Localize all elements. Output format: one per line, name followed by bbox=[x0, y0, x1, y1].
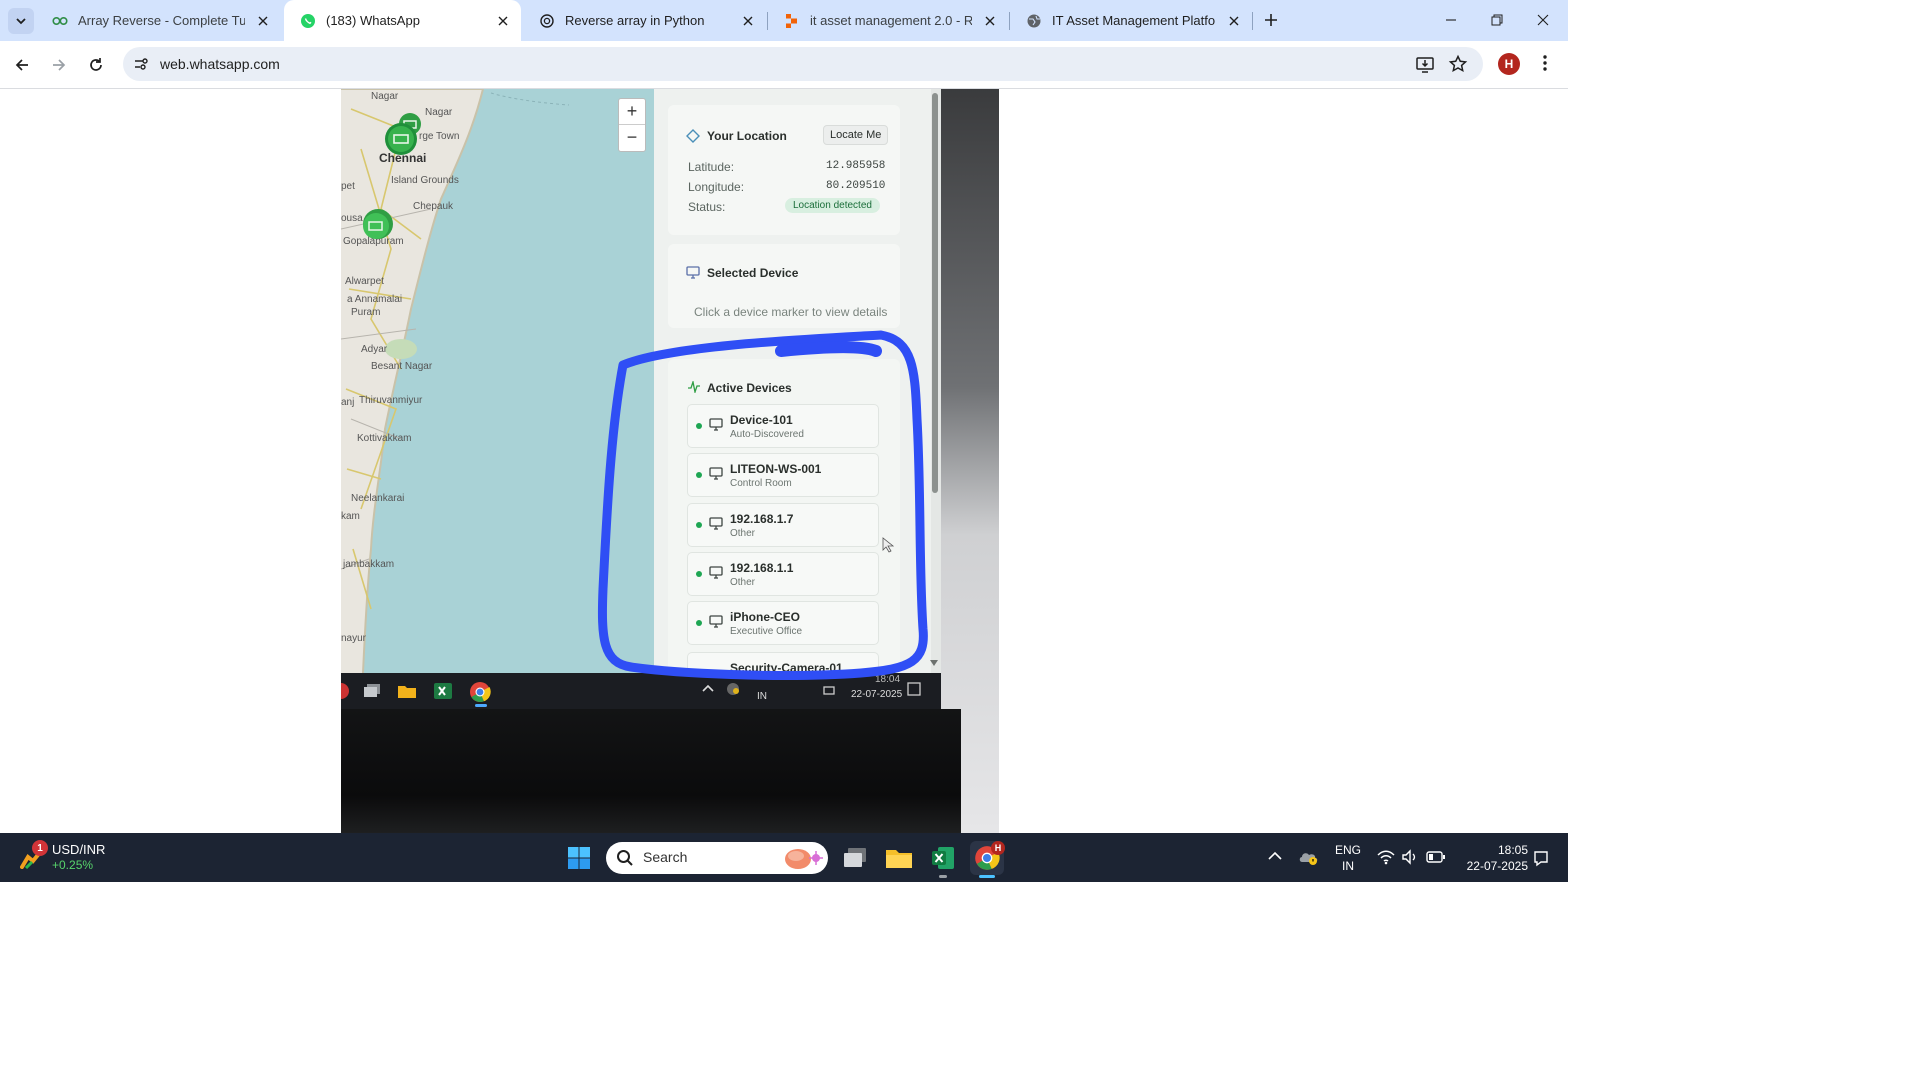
task-view-icon bbox=[844, 848, 866, 867]
clock-date: 22-07-2025 bbox=[1466, 859, 1528, 873]
wifi-icon[interactable] bbox=[1377, 849, 1395, 865]
whatsapp-icon bbox=[300, 13, 316, 29]
url-text[interactable]: web.whatsapp.com bbox=[160, 56, 280, 72]
chrome-button[interactable]: H bbox=[970, 841, 1005, 875]
onedrive-icon[interactable] bbox=[1298, 848, 1320, 866]
back-button[interactable] bbox=[8, 51, 36, 79]
tab-title: Reverse array in Python bbox=[565, 13, 705, 28]
minimize-button[interactable] bbox=[1428, 0, 1474, 40]
tab-separator bbox=[1252, 12, 1253, 30]
windows-logo-icon bbox=[568, 847, 590, 869]
restore-button[interactable] bbox=[1474, 0, 1520, 40]
windows-start-button[interactable] bbox=[562, 841, 596, 875]
excel-icon bbox=[932, 847, 954, 869]
chevron-down-icon bbox=[16, 18, 26, 25]
close-icon[interactable] bbox=[1224, 11, 1244, 31]
search-highlight-icon bbox=[778, 844, 824, 872]
tab-strip: Array Reverse - Complete Tutor (183) Wha… bbox=[0, 0, 1568, 41]
system-clock[interactable]: 18:05 22-07-2025 bbox=[1458, 842, 1528, 874]
arrow-left-icon bbox=[15, 59, 28, 71]
forward-button[interactable] bbox=[45, 51, 73, 79]
tab-title: Array Reverse - Complete Tutor bbox=[78, 13, 245, 28]
taskbar-search[interactable]: Search bbox=[606, 842, 828, 874]
battery-icon[interactable] bbox=[1426, 850, 1446, 864]
restore-icon bbox=[1491, 14, 1503, 26]
bookmark-star-icon[interactable] bbox=[1448, 54, 1468, 74]
replit-icon bbox=[784, 13, 800, 29]
folder-icon bbox=[886, 850, 912, 868]
plus-icon bbox=[1265, 14, 1277, 26]
mouse-cursor-icon bbox=[882, 537, 894, 553]
search-placeholder: Search bbox=[643, 849, 688, 865]
task-view-button[interactable] bbox=[838, 841, 872, 875]
tab-it-asset-management[interactable]: IT Asset Management Platform bbox=[1010, 0, 1252, 41]
excel-button[interactable] bbox=[926, 841, 960, 875]
widget-change: +0.25% bbox=[52, 858, 94, 872]
volume-icon[interactable] bbox=[1401, 849, 1419, 865]
windows-taskbar: 1 USD/INR +0.25% Search H ENG IN 18:05 2… bbox=[0, 833, 1568, 882]
kebab-menu-icon[interactable] bbox=[1535, 53, 1555, 73]
lang-bottom: IN bbox=[1342, 859, 1354, 873]
blue-highlight-annotation bbox=[597, 330, 928, 680]
chevron-up-icon[interactable] bbox=[1268, 851, 1282, 861]
market-widget[interactable]: 1 USD/INR +0.25% bbox=[16, 839, 136, 877]
close-icon[interactable] bbox=[253, 11, 273, 31]
tab-whatsapp[interactable]: (183) WhatsApp bbox=[284, 0, 521, 41]
close-icon[interactable] bbox=[980, 11, 1000, 31]
globe-icon bbox=[1026, 13, 1042, 29]
clock-time: 18:05 bbox=[1497, 843, 1528, 857]
close-window-button[interactable] bbox=[1520, 0, 1566, 40]
lang-top: ENG bbox=[1334, 843, 1361, 857]
reload-button[interactable] bbox=[82, 51, 110, 79]
close-icon[interactable] bbox=[493, 11, 513, 31]
search-icon bbox=[616, 849, 634, 867]
active-indicator bbox=[979, 875, 995, 878]
file-explorer-button[interactable] bbox=[882, 841, 916, 875]
profile-badge: H bbox=[991, 841, 1005, 855]
tab-title: IT Asset Management Platform bbox=[1052, 13, 1216, 28]
tab-reverse-array-python[interactable]: Reverse array in Python bbox=[523, 0, 766, 41]
language-indicator[interactable]: ENG IN bbox=[1330, 842, 1366, 874]
address-bar[interactable]: web.whatsapp.com bbox=[123, 47, 1483, 81]
tab-search-button[interactable] bbox=[8, 8, 34, 34]
notification-center-icon[interactable] bbox=[1532, 849, 1550, 867]
install-app-icon[interactable] bbox=[1415, 54, 1435, 74]
site-info-icon[interactable] bbox=[131, 54, 151, 74]
notification-badge: 1 bbox=[32, 840, 48, 856]
widget-title: USD/INR bbox=[52, 842, 106, 857]
tab-title: (183) WhatsApp bbox=[326, 13, 420, 28]
tab-replit[interactable]: it asset management 2.0 - Repli bbox=[768, 0, 1008, 41]
new-tab-button[interactable] bbox=[1259, 8, 1283, 32]
geeksforgeeks-icon bbox=[52, 13, 68, 29]
arrow-right-icon bbox=[53, 59, 66, 71]
page-viewport: Nagar Nagar rge Town Chennai Island Grou… bbox=[0, 89, 1568, 833]
tab-array-reverse[interactable]: Array Reverse - Complete Tutor bbox=[36, 0, 281, 41]
running-indicator bbox=[939, 875, 947, 878]
minimize-icon bbox=[1446, 19, 1456, 21]
profile-avatar[interactable]: H bbox=[1498, 53, 1520, 75]
tab-title: it asset management 2.0 - Repli bbox=[810, 13, 972, 28]
browser-toolbar: web.whatsapp.com H bbox=[0, 41, 1568, 89]
shared-photo[interactable]: Nagar Nagar rge Town Chennai Island Grou… bbox=[341, 89, 999, 833]
close-icon bbox=[1537, 14, 1549, 26]
chatgpt-icon bbox=[539, 13, 555, 29]
reload-icon bbox=[90, 58, 102, 71]
close-icon[interactable] bbox=[738, 11, 758, 31]
